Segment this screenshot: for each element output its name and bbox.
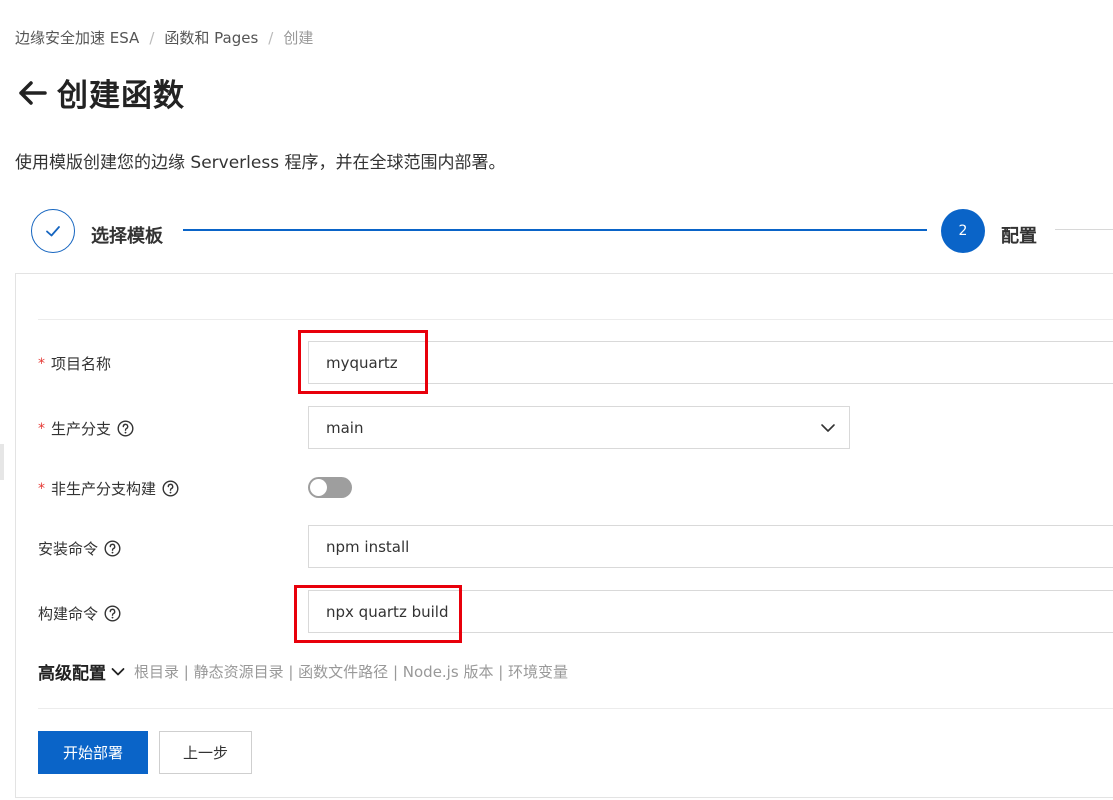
divider	[38, 319, 1113, 320]
project-name-value: myquartz	[326, 353, 398, 372]
page-header: 创建函数	[15, 70, 185, 115]
project-name-label-text: 项目名称	[51, 355, 112, 373]
advanced-config[interactable]: 高级配置 根目录 | 静态资源目录 | 函数文件路径 | Node.js 版本 …	[38, 659, 568, 684]
non-production-build-label: * 非生产分支构建	[38, 478, 179, 499]
step-2-label: 配置	[1001, 226, 1037, 247]
install-command-input[interactable]: npm install	[308, 525, 1113, 568]
breadcrumb-item-esa[interactable]: 边缘安全加速 ESA	[15, 27, 139, 48]
production-branch-label: * 生产分支	[38, 418, 134, 439]
step-2-number: 2	[958, 223, 968, 239]
build-command-label: 构建命令	[38, 603, 121, 624]
question-circle-icon[interactable]	[117, 420, 134, 437]
required-mark: *	[38, 480, 45, 497]
advanced-config-items: 根目录 | 静态资源目录 | 函数文件路径 | Node.js 版本 | 环境变…	[134, 663, 569, 681]
breadcrumb-separator: /	[149, 28, 155, 47]
required-mark: *	[38, 355, 45, 372]
chevron-down-icon	[111, 667, 125, 675]
arrow-left-icon[interactable]	[15, 76, 49, 110]
step-connector-pending	[1055, 229, 1113, 230]
start-deploy-button[interactable]: 开始部署	[38, 731, 148, 774]
question-circle-icon[interactable]	[104, 605, 121, 622]
non-production-build-toggle[interactable]	[308, 477, 352, 498]
install-command-label: 安装命令	[38, 538, 121, 559]
project-name-input[interactable]: myquartz	[308, 341, 1113, 384]
stepper: 选择模板 2 配置	[0, 205, 1113, 257]
install-command-value: npm install	[326, 537, 410, 556]
previous-step-button[interactable]: 上一步	[159, 731, 252, 774]
step-2-circle: 2	[941, 209, 985, 253]
divider	[38, 708, 1113, 709]
production-branch-value: main	[326, 418, 364, 437]
page-title: 创建函数	[57, 78, 185, 114]
breadcrumb-item-functions-pages[interactable]: 函数和 Pages	[164, 27, 258, 48]
install-command-label-text: 安装命令	[38, 540, 99, 558]
required-mark: *	[38, 420, 45, 437]
build-command-value: npx quartz build	[326, 602, 449, 621]
project-name-label: * 项目名称	[38, 353, 111, 374]
non-production-build-label-text: 非生产分支构建	[51, 480, 157, 498]
breadcrumb-item-create: 创建	[283, 29, 314, 47]
breadcrumb-separator: /	[268, 28, 274, 47]
production-branch-select[interactable]: main	[308, 406, 850, 449]
breadcrumb: 边缘安全加速 ESA / 函数和 Pages / 创建	[15, 27, 313, 48]
question-circle-icon[interactable]	[162, 480, 179, 497]
build-command-input[interactable]: npx quartz build	[308, 590, 1113, 633]
step-1-circle	[31, 209, 75, 253]
check-icon	[46, 226, 60, 237]
advanced-config-title: 高级配置	[38, 664, 106, 684]
step-connector-done	[183, 229, 927, 231]
page-description: 使用模版创建您的边缘 Serverless 程序，并在全球范围内部署。	[15, 153, 506, 173]
production-branch-label-text: 生产分支	[51, 420, 112, 438]
toggle-knob	[310, 479, 327, 496]
question-circle-icon[interactable]	[104, 540, 121, 557]
build-command-label-text: 构建命令	[38, 605, 99, 623]
side-handle[interactable]	[0, 444, 4, 480]
step-1-label: 选择模板	[91, 226, 163, 247]
chevron-down-icon	[821, 424, 835, 432]
